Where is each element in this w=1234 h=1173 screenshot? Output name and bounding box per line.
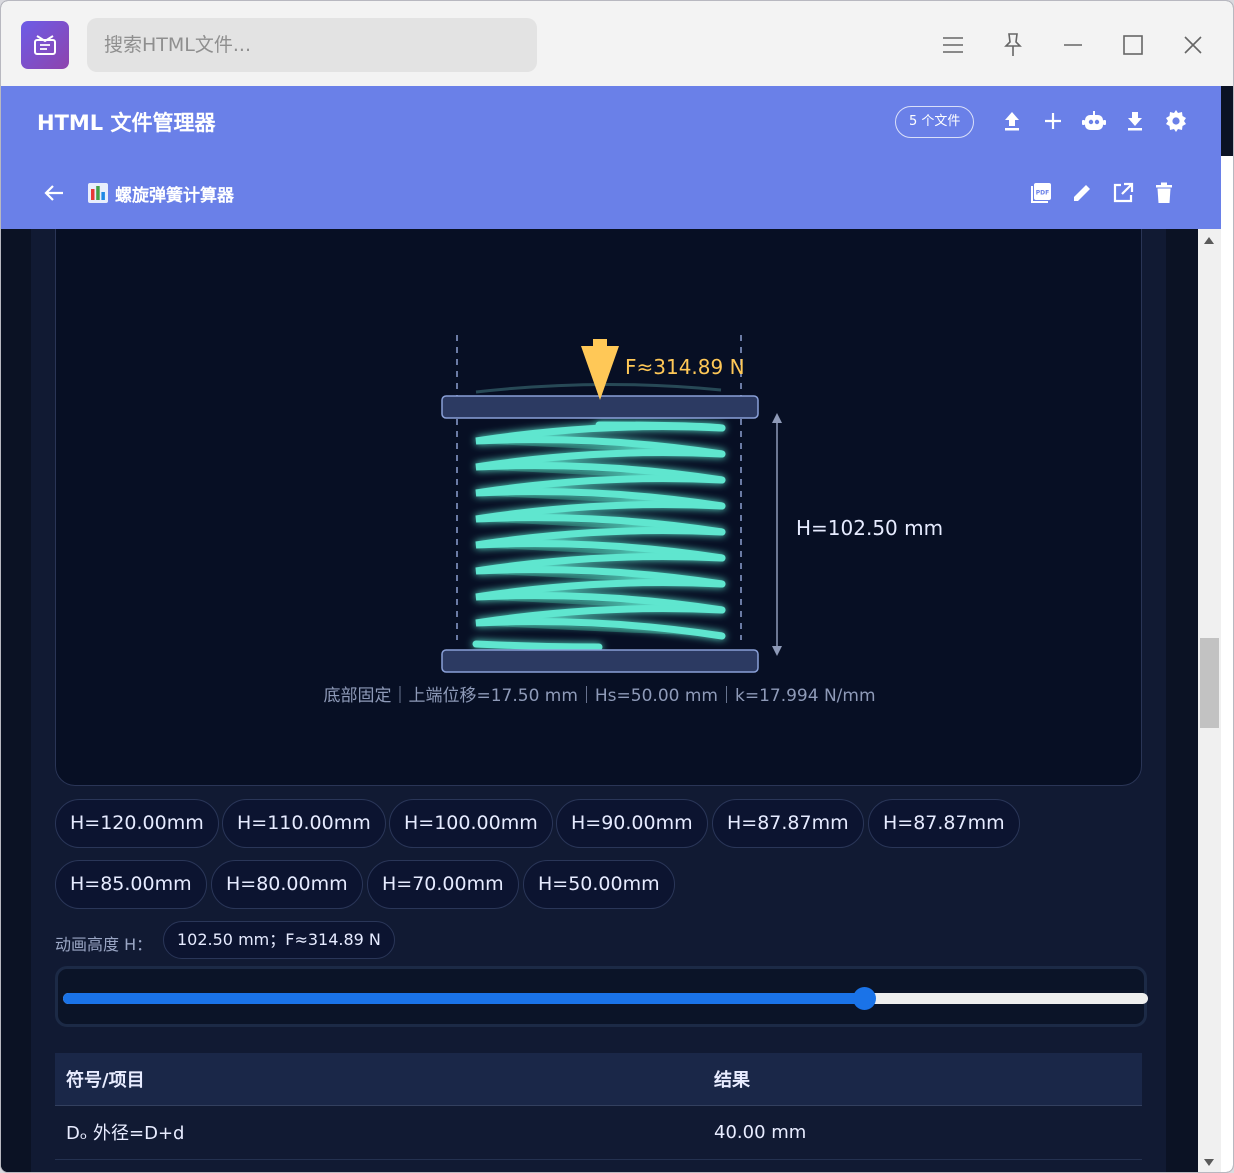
settings-gear-icon[interactable] bbox=[1161, 106, 1191, 136]
delete-trash-icon[interactable] bbox=[1149, 178, 1179, 208]
bottom-plate bbox=[441, 649, 759, 673]
back-arrow-icon[interactable] bbox=[39, 178, 69, 208]
height-label: H=102.50 mm bbox=[796, 516, 943, 540]
menu-icon[interactable] bbox=[935, 27, 971, 63]
force-arrow-icon bbox=[581, 339, 619, 400]
app-window: HTML 文件管理器 5 个文件 螺旋弹簧计算器 PDF bbox=[0, 0, 1234, 1173]
preset-chip[interactable]: H=90.00mm bbox=[556, 799, 708, 848]
height-slider[interactable] bbox=[63, 987, 1148, 1010]
open-external-icon[interactable] bbox=[1108, 178, 1138, 208]
pdf-export-icon[interactable]: PDF bbox=[1026, 178, 1056, 208]
force-label: F≈314.89 N bbox=[625, 355, 745, 379]
app-title: HTML 文件管理器 bbox=[37, 111, 216, 135]
column-header-item: 符号/项目 bbox=[55, 1053, 703, 1106]
table-header-row: 符号/项目 结果 bbox=[55, 1053, 1142, 1106]
file-count-badge: 5 个文件 bbox=[895, 106, 975, 138]
scroll-up-arrow-icon[interactable] bbox=[1204, 237, 1214, 244]
current-file-name: 螺旋弹簧计算器 bbox=[115, 186, 234, 206]
preset-chip[interactable]: H=87.87mm bbox=[868, 799, 1020, 848]
table-cell-item: Dₒ 外径=D+d bbox=[55, 1105, 703, 1160]
content-scrollbar[interactable] bbox=[1198, 229, 1221, 1172]
column-header-result: 结果 bbox=[703, 1053, 1142, 1106]
app-header: HTML 文件管理器 5 个文件 螺旋弹簧计算器 PDF bbox=[1, 86, 1221, 229]
preset-chip[interactable]: H=85.00mm bbox=[55, 860, 207, 909]
scroll-thumb[interactable] bbox=[1200, 638, 1219, 728]
scroll-down-arrow-icon[interactable] bbox=[1204, 1159, 1214, 1166]
spring-front-coils bbox=[472, 421, 726, 651]
search-input[interactable] bbox=[87, 18, 537, 72]
upload-icon[interactable] bbox=[997, 106, 1027, 136]
robot-icon[interactable] bbox=[1079, 106, 1109, 136]
slider-thumb[interactable] bbox=[852, 987, 876, 1010]
window-scroll-gutter bbox=[1221, 156, 1233, 1172]
spring-caption: 底部固定｜上端位移=17.50 mm｜Hs=50.00 mm｜k=17.994 … bbox=[323, 686, 876, 706]
add-icon[interactable] bbox=[1038, 106, 1068, 136]
slider-fill bbox=[63, 993, 864, 1004]
height-slider-container bbox=[55, 966, 1148, 1027]
preset-chip[interactable]: H=110.00mm bbox=[222, 799, 386, 848]
preset-chip[interactable]: H=120.00mm bbox=[55, 799, 219, 848]
height-arrow-bottom bbox=[772, 646, 782, 656]
title-bar bbox=[1, 1, 1233, 86]
pin-icon[interactable] bbox=[995, 27, 1031, 63]
spring-visualization: F≈314.89 N H=102.50 mm 底部固定｜上端位移=17.50 m… bbox=[55, 229, 1142, 786]
table-cell-result: 40.00 mm bbox=[703, 1105, 1142, 1160]
height-arrow-top bbox=[772, 413, 782, 423]
maximize-icon[interactable] bbox=[1115, 27, 1151, 63]
close-icon[interactable] bbox=[1175, 27, 1211, 63]
edit-pencil-icon[interactable] bbox=[1067, 178, 1097, 208]
minimize-icon[interactable] bbox=[1055, 27, 1091, 63]
preset-chip[interactable]: H=80.00mm bbox=[211, 860, 363, 909]
app-logo-icon bbox=[21, 21, 69, 69]
preset-chip[interactable]: H=50.00mm bbox=[523, 860, 675, 909]
download-icon[interactable] bbox=[1120, 106, 1150, 136]
svg-text:PDF: PDF bbox=[1036, 190, 1049, 197]
table-row: Dₒ 外径=D+d 40.00 mm bbox=[55, 1105, 1142, 1160]
chart-file-icon bbox=[88, 183, 108, 203]
results-table: 符号/项目 结果 Dₒ 外径=D+d 40.00 mm bbox=[55, 1053, 1142, 1160]
animation-height-value: 102.50 mm；F≈314.89 N bbox=[163, 921, 395, 959]
preset-chip[interactable]: H=70.00mm bbox=[367, 860, 519, 909]
animation-height-label: 动画高度 H： bbox=[55, 935, 153, 954]
content-area: F≈314.89 N H=102.50 mm 底部固定｜上端位移=17.50 m… bbox=[1, 229, 1198, 1172]
calculator-panel: F≈314.89 N H=102.50 mm 底部固定｜上端位移=17.50 m… bbox=[31, 229, 1166, 1172]
preset-chip[interactable]: H=100.00mm bbox=[389, 799, 553, 848]
preset-chip[interactable]: H=87.87mm bbox=[712, 799, 864, 848]
